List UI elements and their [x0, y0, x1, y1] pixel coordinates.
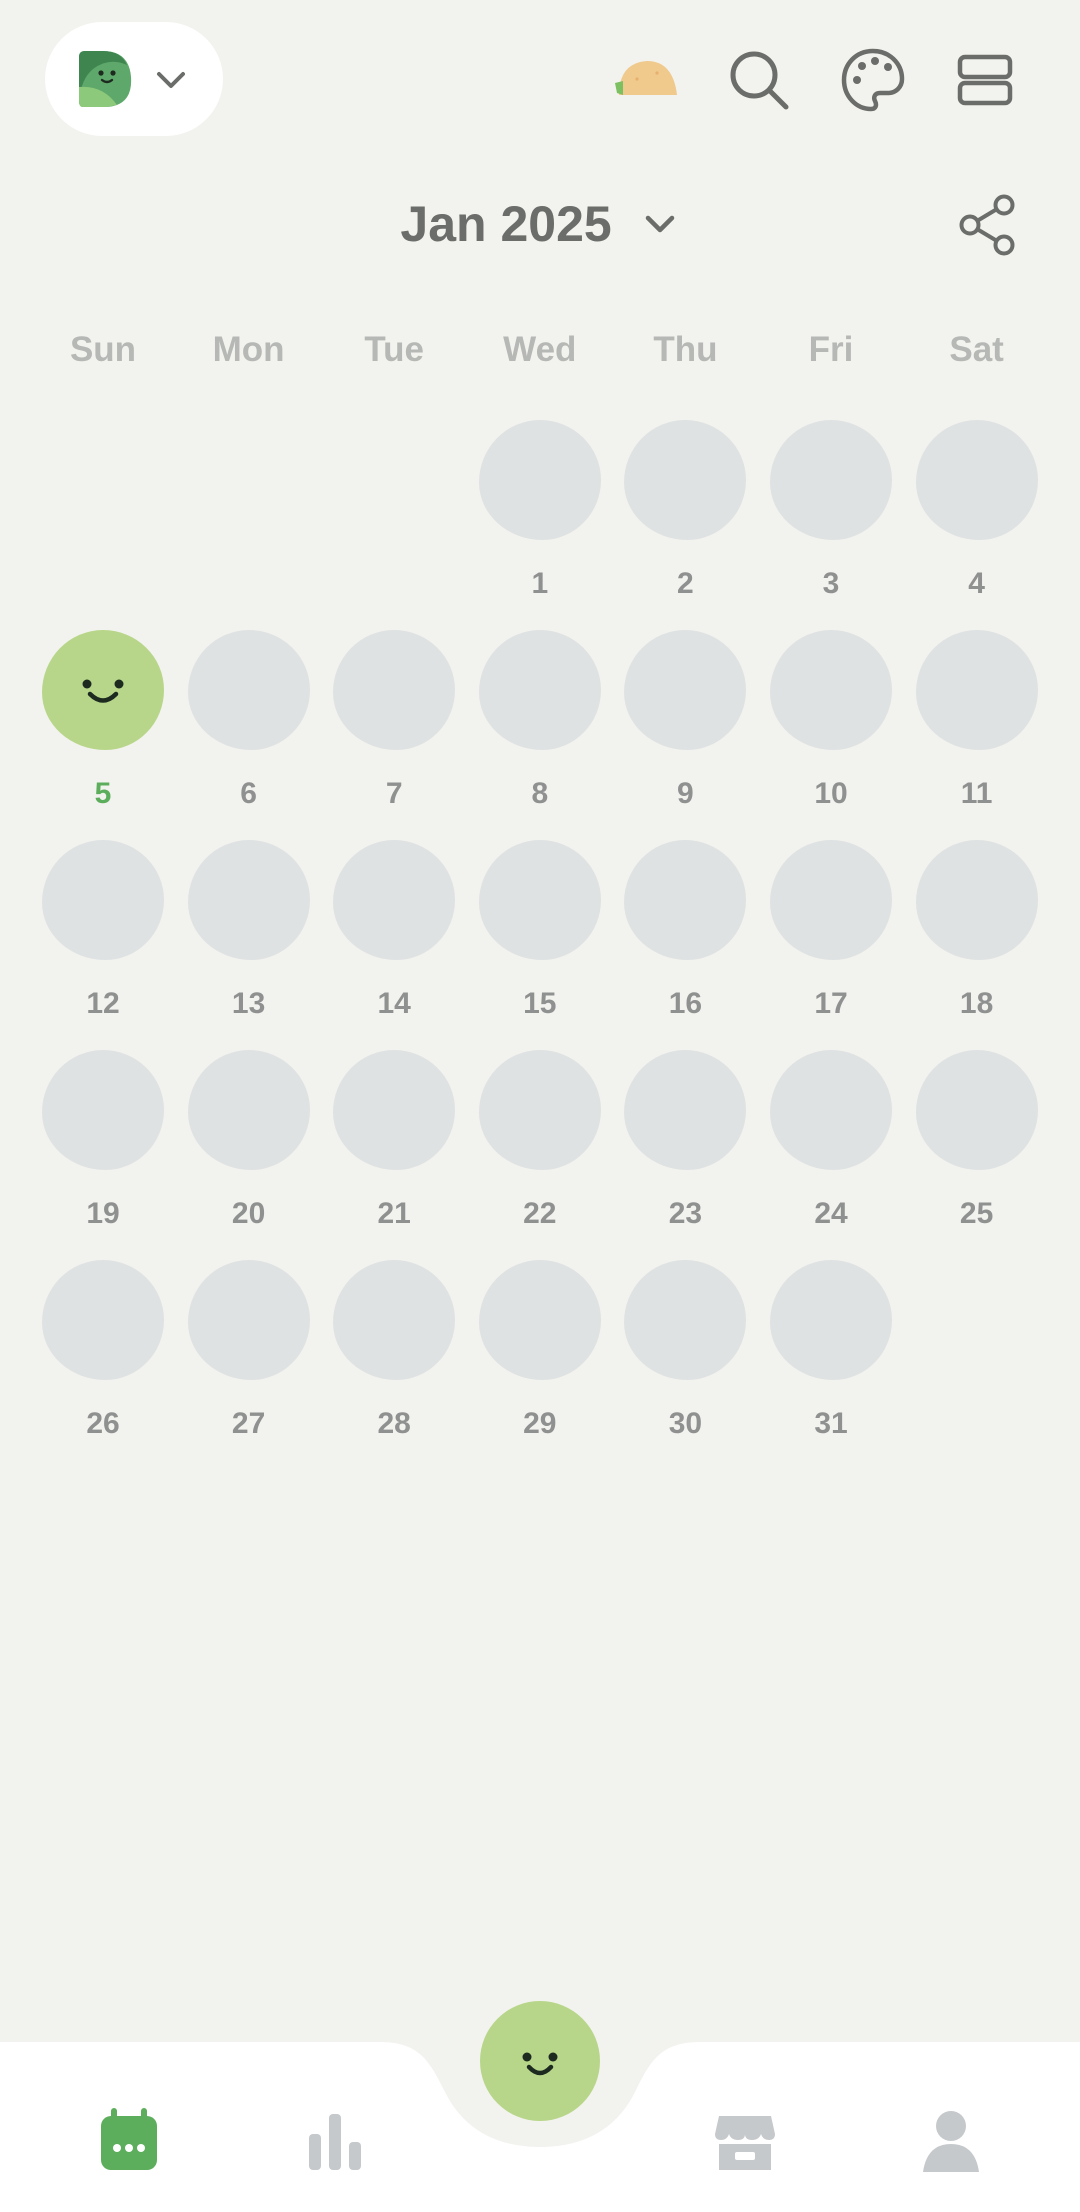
search-icon[interactable]	[724, 45, 794, 115]
day-number: 2	[677, 567, 694, 600]
day-number: 17	[814, 987, 848, 1020]
day-number: 30	[668, 1407, 703, 1440]
share-icon[interactable]	[955, 192, 1021, 258]
day-12-mood-circle[interactable]	[42, 840, 164, 960]
day-18-mood-circle[interactable]	[915, 840, 1038, 960]
day-19-mood-circle[interactable]	[42, 1050, 164, 1170]
day-number: 27	[231, 1407, 266, 1440]
day-11-mood-circle[interactable]	[915, 630, 1038, 750]
day-1-mood-circle[interactable]	[478, 420, 601, 540]
day-9-mood-circle[interactable]	[624, 630, 747, 750]
day-number: 31	[814, 1407, 848, 1440]
taco-icon[interactable]	[613, 45, 683, 115]
journal-switcher[interactable]	[45, 22, 223, 136]
day-8-mood-circle[interactable]	[478, 630, 601, 750]
leaf-avatar-icon	[79, 51, 132, 107]
day-3-mood-circle[interactable]	[770, 420, 892, 540]
profile-icon[interactable]	[911, 2102, 991, 2182]
day-2-mood-circle[interactable]	[624, 420, 747, 540]
month-selector[interactable]: Jan 2025	[0, 180, 1080, 264]
weekday-mon: Mon	[212, 330, 285, 369]
weekday-header: Sun Mon Tue Wed Thu Fri Sat	[0, 320, 1080, 380]
day-number: 15	[523, 987, 557, 1020]
day-number: 4	[968, 567, 985, 600]
day-24-mood-circle[interactable]	[770, 1050, 892, 1170]
day-number: 28	[377, 1407, 411, 1440]
day-20-mood-circle[interactable]	[187, 1050, 310, 1170]
day-29-mood-circle[interactable]	[478, 1260, 601, 1380]
weekday-fri: Fri	[808, 330, 854, 369]
day-27-mood-circle[interactable]	[187, 1260, 310, 1380]
day-number: 29	[523, 1407, 557, 1440]
day-22-mood-circle[interactable]	[478, 1050, 601, 1170]
day-30-mood-circle[interactable]	[624, 1260, 747, 1380]
day-number: 23	[668, 1197, 703, 1230]
day-number: 8	[531, 777, 549, 810]
day-number: 5	[94, 777, 112, 810]
day-10-mood-circle[interactable]	[770, 630, 892, 750]
day-number: 18	[959, 987, 994, 1020]
day-number: 1	[531, 567, 549, 600]
day-5-mood-circle[interactable]	[42, 630, 164, 750]
day-number: 25	[959, 1197, 994, 1230]
calendar-icon[interactable]	[89, 2102, 169, 2182]
day-number: 6	[240, 777, 257, 810]
day-17-mood-circle[interactable]	[770, 840, 892, 960]
day-13-mood-circle[interactable]	[187, 840, 310, 960]
day-number: 26	[86, 1407, 120, 1440]
day-number: 12	[86, 987, 120, 1020]
add-mood-button[interactable]	[480, 2001, 600, 2121]
day-number: 13	[231, 987, 266, 1020]
weekday-sat: Sat	[949, 330, 1004, 369]
weekday-wed: Wed	[503, 330, 577, 369]
day-7-mood-circle[interactable]	[333, 630, 456, 750]
palette-icon[interactable]	[838, 45, 908, 115]
day-number: 7	[385, 777, 403, 810]
day-28-mood-circle[interactable]	[333, 1260, 456, 1380]
day-number: 22	[523, 1197, 557, 1230]
layout-icon[interactable]	[950, 45, 1020, 115]
day-number: 24	[814, 1197, 848, 1230]
day-number: 10	[814, 777, 848, 810]
day-14-mood-circle[interactable]	[333, 840, 456, 960]
day-15-mood-circle[interactable]	[478, 840, 601, 960]
day-4-mood-circle[interactable]	[915, 420, 1038, 540]
day-26-mood-circle[interactable]	[42, 1260, 164, 1380]
day-25-mood-circle[interactable]	[915, 1050, 1038, 1170]
smiley-icon	[82, 679, 124, 703]
weekday-sun: Sun	[69, 330, 137, 369]
chevron-down-icon	[157, 72, 185, 88]
day-31-mood-circle[interactable]	[770, 1260, 892, 1380]
day-23-mood-circle[interactable]	[624, 1050, 747, 1170]
stats-icon[interactable]	[295, 2102, 375, 2182]
month-label: Jan 2025	[400, 195, 612, 252]
day-16-mood-circle[interactable]	[624, 840, 747, 960]
day-number: 20	[231, 1197, 266, 1230]
weekday-tue: Tue	[364, 330, 424, 369]
weekday-thu: Thu	[653, 330, 718, 369]
day-number: 3	[822, 567, 840, 600]
day-number: 9	[677, 777, 694, 810]
store-icon[interactable]	[705, 2102, 785, 2182]
month-header: Jan 2025	[0, 180, 1080, 260]
day-21-mood-circle[interactable]	[333, 1050, 456, 1170]
day-number: 11	[960, 777, 993, 810]
day-6-mood-circle[interactable]	[187, 630, 310, 750]
day-number: 19	[86, 1197, 120, 1230]
day-number: 16	[668, 987, 703, 1020]
chevron-down-icon	[645, 215, 674, 233]
top-bar	[0, 0, 1080, 160]
smiley-icon	[522, 2052, 558, 2076]
day-number: 21	[377, 1197, 411, 1230]
day-number: 14	[377, 987, 411, 1020]
